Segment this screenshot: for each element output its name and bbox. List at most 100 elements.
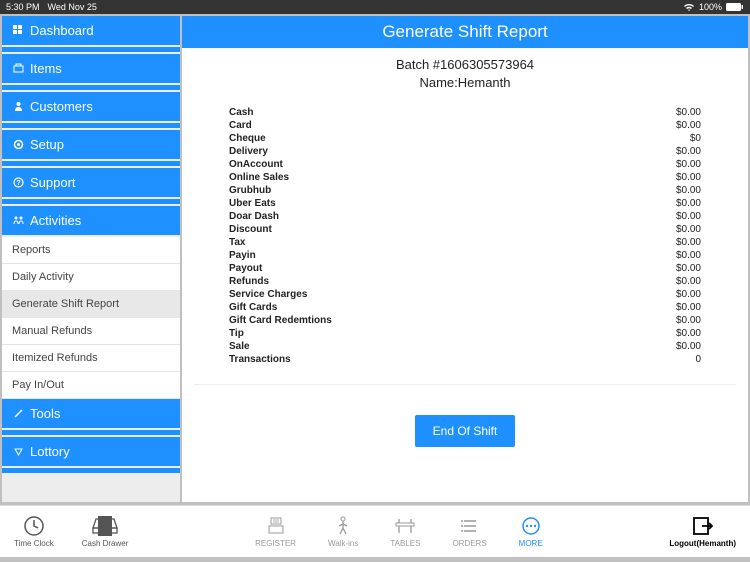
- logout-icon: [692, 515, 714, 537]
- report-row-value: $0.00: [676, 250, 701, 261]
- report-row-value: $0.00: [676, 302, 701, 313]
- battery-icon: [726, 3, 744, 11]
- report-row-label: Transactions: [229, 354, 291, 365]
- bottom-label: TABLES: [390, 539, 420, 548]
- sidebar-sub-label: Daily Activity: [12, 271, 74, 283]
- report-row-value: $0.00: [676, 172, 701, 183]
- report-row-label: Delivery: [229, 146, 268, 157]
- bottom-label: MORE: [519, 539, 543, 548]
- bottom-label: ORDERS: [452, 539, 486, 548]
- end-of-shift-button[interactable]: End Of Shift: [415, 415, 516, 447]
- report-row-value: $0.00: [676, 263, 701, 274]
- report-row-label: Refunds: [229, 276, 269, 287]
- sidebar-sub-payinout[interactable]: Pay In/Out: [2, 372, 180, 399]
- sidebar-item-setup[interactable]: Setup: [2, 130, 180, 159]
- report-row-value: $0.00: [676, 159, 701, 170]
- bottom-time-clock[interactable]: Time Clock: [14, 515, 54, 548]
- report-row-value: $0.00: [676, 120, 701, 131]
- report-row: Gift Cards$0.00: [229, 301, 701, 314]
- sidebar-sub-manual-refunds[interactable]: Manual Refunds: [2, 318, 180, 345]
- bottom-label: REGISTER: [255, 539, 296, 548]
- sidebar-divider: [2, 85, 180, 90]
- sidebar-divider: [2, 468, 180, 473]
- report-row-value: $0: [690, 133, 701, 144]
- report-row: OnAccount$0.00: [229, 158, 701, 171]
- report-row: Gift Card Redemtions$0.00: [229, 314, 701, 327]
- items-icon: [12, 63, 24, 75]
- bottom-tables[interactable]: TABLES: [390, 515, 420, 548]
- sidebar-spacer: [2, 475, 180, 502]
- wifi-icon: [683, 3, 695, 12]
- report-row: Doar Dash $0.00: [229, 210, 701, 223]
- status-time: 5:30 PM: [6, 2, 40, 12]
- sidebar-divider: [2, 47, 180, 52]
- batch-number: Batch #1606305573964: [194, 56, 736, 74]
- sidebar-item-lottory[interactable]: Lottory: [2, 437, 180, 466]
- sidebar-item-items[interactable]: Items: [2, 54, 180, 83]
- report-row-value: $0.00: [676, 198, 701, 209]
- report-row-value: $0.00: [676, 289, 701, 300]
- sidebar-label: Support: [30, 175, 76, 190]
- report-row: Transactions 0: [229, 353, 701, 366]
- report-row: Grubhub$0.00: [229, 184, 701, 197]
- bottom-orders[interactable]: ORDERS: [452, 515, 486, 548]
- bottom-label: Cash Drawer: [82, 539, 129, 548]
- sidebar-sub-daily[interactable]: Daily Activity: [2, 264, 180, 291]
- sidebar-item-tools[interactable]: Tools: [2, 399, 180, 428]
- report-row: Discount$0.00: [229, 223, 701, 236]
- report-row-label: Tip: [229, 328, 244, 339]
- sidebar-sub-itemized-refunds[interactable]: Itemized Refunds: [2, 345, 180, 372]
- report-row-label: Discount: [229, 224, 272, 235]
- sidebar-label: Lottory: [30, 444, 70, 459]
- report-row-value: 0: [695, 354, 701, 365]
- sidebar-divider: [2, 199, 180, 204]
- sidebar-sub-label: Reports: [12, 244, 51, 256]
- support-icon: ?: [12, 177, 24, 189]
- more-icon: [521, 515, 541, 537]
- sidebar-item-customers[interactable]: Customers: [2, 92, 180, 121]
- sidebar-label: Customers: [30, 99, 93, 114]
- report-row: Uber Eats$0.00: [229, 197, 701, 210]
- report-row-label: Online Sales: [229, 172, 289, 183]
- report-row-label: Cheque: [229, 133, 266, 144]
- report-row-value: $0.00: [676, 237, 701, 248]
- bottom-more[interactable]: MORE: [519, 515, 543, 548]
- orders-icon: [461, 515, 479, 537]
- report-row: Tip $0.00: [229, 327, 701, 340]
- bottom-walkins[interactable]: Walk-ins: [328, 515, 358, 548]
- content-title: Generate Shift Report: [182, 16, 748, 48]
- report-row-label: Tax: [229, 237, 246, 248]
- report-row-value: $0.00: [676, 146, 701, 157]
- sidebar-sub-label: Generate Shift Report: [12, 298, 119, 310]
- sidebar-item-activities[interactable]: Activities: [2, 206, 180, 235]
- bottom-register[interactable]: REGISTER: [255, 515, 296, 548]
- report-row: Payout$0.00: [229, 262, 701, 275]
- tables-icon: [394, 515, 416, 537]
- sidebar-sub-shift-report[interactable]: Generate Shift Report: [2, 291, 180, 318]
- sidebar-label: Activities: [30, 213, 81, 228]
- activities-icon: [12, 215, 24, 227]
- report-row-label: Payin: [229, 250, 256, 261]
- status-bar: 5:30 PM Wed Nov 25 100%: [0, 0, 750, 14]
- report-row-value: $0.00: [676, 341, 701, 352]
- report-row-value: $0.00: [676, 211, 701, 222]
- sidebar-label: Tools: [30, 406, 60, 421]
- report-row-label: Card: [229, 120, 252, 131]
- sidebar-sub-label: Manual Refunds: [12, 325, 92, 337]
- report-row: Online Sales $0.00: [229, 171, 701, 184]
- sidebar-sub-reports[interactable]: Reports: [2, 237, 180, 264]
- sidebar-sub-label: Pay In/Out: [12, 379, 64, 391]
- report-row-value: $0.00: [676, 107, 701, 118]
- report-table: Cash$0.00Card$0.00Cheque$0Delivery$0.00O…: [194, 106, 736, 366]
- sidebar-item-support[interactable]: ? Support: [2, 168, 180, 197]
- report-row-label: Grubhub: [229, 185, 271, 196]
- bottom-cash-drawer[interactable]: Cash Drawer: [82, 515, 129, 548]
- register-icon: [266, 515, 286, 537]
- sidebar-item-dashboard[interactable]: Dashboard: [2, 16, 180, 45]
- report-row-value: $0.00: [676, 328, 701, 339]
- dashboard-icon: [12, 25, 24, 37]
- report-row-label: Service Charges: [229, 289, 307, 300]
- report-row-label: Doar Dash: [229, 211, 279, 222]
- bottom-logout[interactable]: Logout(Hemanth): [669, 515, 736, 548]
- report-row-label: Gift Card Redemtions: [229, 315, 332, 326]
